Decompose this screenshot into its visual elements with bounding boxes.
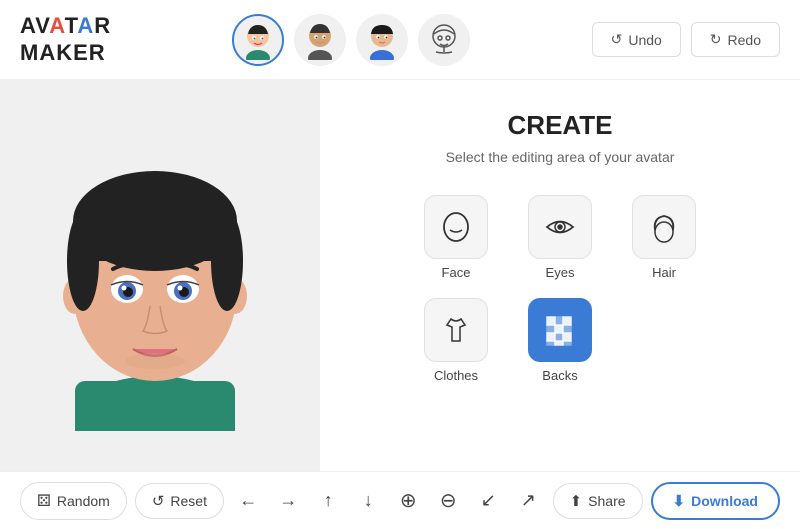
header: AVATARMAKER <box>0 0 800 80</box>
zoom-in-button[interactable]: ⊕ <box>392 485 424 517</box>
redo-label: Redo <box>728 32 761 48</box>
reset-button[interactable]: ↺ Reset <box>135 483 224 519</box>
download-button[interactable]: ⬇ Download <box>651 482 780 520</box>
category-grid: Face Eyes <box>416 195 704 383</box>
face-label: Face <box>442 265 471 280</box>
backs-icon <box>543 313 577 347</box>
redo-icon: ↻ <box>710 31 722 48</box>
bottom-bar: ⚄ Random ↺ Reset ← → ↑ ↓ ⊕ ⊖ ↙ ↗ ⬆ Share… <box>0 471 800 529</box>
eyes-icon <box>543 210 577 244</box>
category-clothes[interactable]: Clothes <box>416 298 496 383</box>
logo-text: AVATARMAKER <box>20 13 111 66</box>
nav-forward-button[interactable]: → <box>272 485 304 517</box>
clothes-icon <box>439 313 473 347</box>
category-backs[interactable]: Backs <box>520 298 600 383</box>
undo-button[interactable]: ↺ Undo <box>592 22 681 57</box>
editor-subtitle: Select the editing area of your avatar <box>446 149 675 165</box>
share-button[interactable]: ⬆ Share <box>553 483 643 519</box>
backs-label: Backs <box>542 368 577 383</box>
reset-label: Reset <box>170 493 207 509</box>
editor-title: CREATE <box>508 110 613 141</box>
avatar-canvas <box>25 121 295 431</box>
face-icon-container <box>424 195 488 259</box>
nav-up-button[interactable]: ↑ <box>312 485 344 517</box>
zoom-out-button[interactable]: ⊖ <box>432 485 464 517</box>
random-label: Random <box>57 493 110 509</box>
clothes-icon-container <box>424 298 488 362</box>
download-icon: ⬇ <box>673 492 686 510</box>
avatar-thumb-2[interactable] <box>294 14 346 66</box>
undo-label: Undo <box>628 32 661 48</box>
random-icon: ⚄ <box>37 491 51 511</box>
header-actions: ↺ Undo ↻ Redo <box>592 22 780 57</box>
share-label: Share <box>588 493 625 509</box>
bottom-left: ⚄ Random ↺ Reset <box>20 482 224 520</box>
avatar-options <box>232 14 470 66</box>
nav-controls: ← → ↑ ↓ ⊕ ⊖ ↙ ↗ <box>232 485 544 517</box>
category-eyes[interactable]: Eyes <box>520 195 600 280</box>
reset-icon: ↺ <box>152 492 165 510</box>
hair-icon-container <box>632 195 696 259</box>
face-icon <box>439 210 473 244</box>
logo: AVATARMAKER <box>20 13 111 66</box>
nav-back-button[interactable]: ← <box>232 485 264 517</box>
avatar-thumb-3[interactable] <box>356 14 408 66</box>
clothes-label: Clothes <box>434 368 478 383</box>
bottom-right: ⬆ Share ⬇ Download <box>553 482 780 520</box>
download-label: Download <box>691 493 758 509</box>
avatar-thumb-4[interactable] <box>418 14 470 66</box>
backs-icon-container <box>528 298 592 362</box>
nav-down-button[interactable]: ↓ <box>352 485 384 517</box>
share-icon: ⬆ <box>570 492 583 510</box>
rotate-right-button[interactable]: ↗ <box>512 485 544 517</box>
main: CREATE Select the editing area of your a… <box>0 80 800 471</box>
eyes-icon-container <box>528 195 592 259</box>
hair-icon <box>647 210 681 244</box>
eyes-label: Eyes <box>546 265 575 280</box>
random-button[interactable]: ⚄ Random <box>20 482 127 520</box>
avatar-panel <box>0 80 320 471</box>
avatar-thumb-1[interactable] <box>232 14 284 66</box>
editor-panel: CREATE Select the editing area of your a… <box>320 80 800 471</box>
hair-label: Hair <box>652 265 676 280</box>
category-face[interactable]: Face <box>416 195 496 280</box>
category-hair[interactable]: Hair <box>624 195 704 280</box>
redo-button[interactable]: ↻ Redo <box>691 22 780 57</box>
rotate-left-button[interactable]: ↙ <box>472 485 504 517</box>
undo-icon: ↺ <box>611 31 623 48</box>
